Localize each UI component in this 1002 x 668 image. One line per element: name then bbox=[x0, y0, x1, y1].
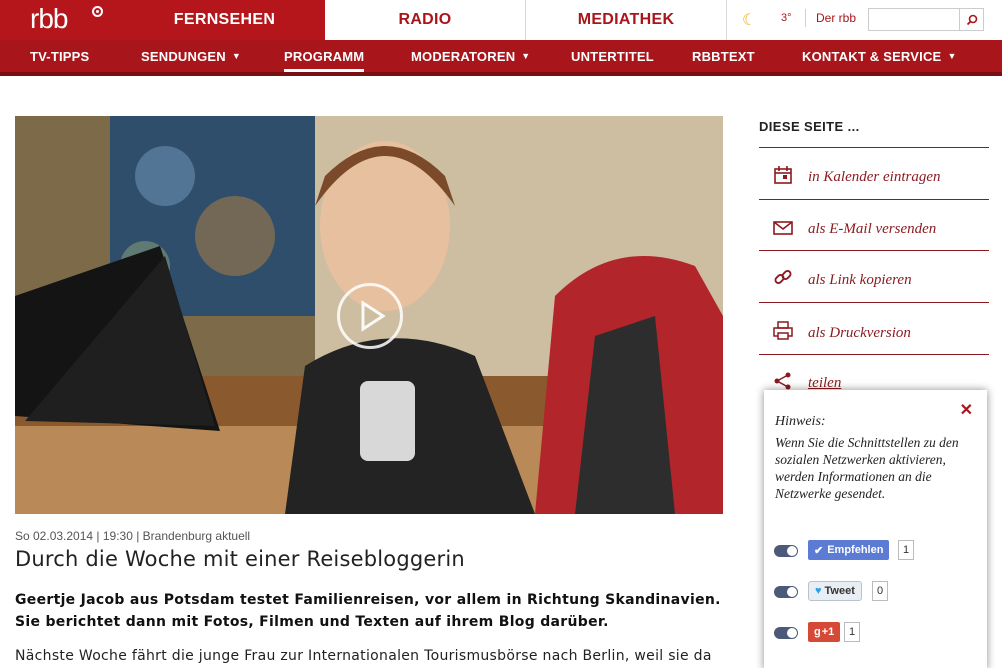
subnav-shadow bbox=[0, 72, 1002, 76]
sidebar-item-label: als Link kopieren bbox=[808, 272, 912, 288]
article-title: Durch die Woche mit einer Reisebloggerin bbox=[15, 547, 465, 571]
nav-label: MODERATOREN bbox=[411, 48, 516, 64]
sidebar-heading: DIESE SEITE ... bbox=[759, 119, 860, 134]
sidebar-item-link[interactable]: als Link kopieren bbox=[759, 250, 989, 302]
sidebar-item-calendar[interactable]: in Kalender eintragen bbox=[759, 147, 989, 199]
twitter-bird-icon: ♥ bbox=[815, 585, 822, 597]
tab-radio[interactable]: RADIO bbox=[325, 0, 526, 40]
tweet-button[interactable]: ♥ Tweet bbox=[808, 581, 862, 601]
tab-fernsehen[interactable]: FERNSEHEN bbox=[124, 0, 325, 40]
nav-label: KONTAKT & SERVICE bbox=[802, 48, 942, 64]
googleplus-toggle[interactable] bbox=[774, 627, 798, 639]
sidebar-item-label: als E-Mail versenden bbox=[808, 221, 937, 237]
nav-label: RBBTEXT bbox=[692, 48, 755, 64]
thumbs-up-icon: ✔ bbox=[814, 544, 824, 557]
nav-untertitel[interactable]: UNTERTITEL bbox=[571, 40, 654, 72]
sidebar-item-label: als Druckversion bbox=[808, 325, 911, 341]
article-lead: Geertje Jacob aus Potsdam testet Familie… bbox=[15, 592, 721, 630]
mail-icon bbox=[773, 221, 793, 235]
google-plus-one-button[interactable]: g +1 bbox=[808, 622, 841, 642]
share-icon bbox=[774, 372, 791, 390]
article-body: Nächste Woche fährt die junge Frau zur I… bbox=[15, 648, 712, 664]
sidebar-item-email[interactable]: als E-Mail versenden bbox=[759, 199, 989, 251]
twitter-toggle[interactable] bbox=[774, 586, 798, 598]
facebook-recommend-button[interactable]: ✔ Empfehlen bbox=[808, 540, 890, 560]
article-meta: So 02.03.2014 | 19:30 | Brandenburg aktu… bbox=[15, 529, 251, 543]
caret-down-icon: ▼ bbox=[947, 51, 957, 61]
nav-label: UNTERTITEL bbox=[571, 48, 654, 64]
popup-heading: Hinweis: bbox=[775, 414, 826, 429]
link-icon bbox=[774, 270, 792, 284]
button-label: Empfehlen bbox=[827, 544, 884, 556]
nav-label: TV-TIPPS bbox=[30, 48, 90, 64]
logo-text: rbb bbox=[30, 3, 68, 34]
nav-label: SENDUNGEN bbox=[141, 48, 226, 64]
search-input[interactable] bbox=[868, 8, 960, 31]
video-player[interactable] bbox=[15, 116, 723, 514]
der-rbb-link[interactable]: Der rbb bbox=[816, 11, 856, 25]
facebook-count: 1 bbox=[898, 540, 915, 560]
moon-weather-icon: ☾ bbox=[742, 12, 757, 29]
rbb-logo[interactable]: rbb bbox=[0, 0, 124, 40]
google-g-icon: g bbox=[814, 626, 821, 638]
button-label: Tweet bbox=[824, 585, 855, 597]
caret-down-icon: ▼ bbox=[231, 51, 241, 61]
sidebar-item-label: in Kalender eintragen bbox=[808, 169, 941, 185]
calendar-icon bbox=[774, 166, 792, 184]
nav-tv-tipps[interactable]: TV-TIPPS bbox=[30, 40, 89, 72]
sidebar-item-print[interactable]: als Druckversion bbox=[759, 302, 989, 354]
logo-mark-icon bbox=[92, 6, 103, 17]
play-button[interactable] bbox=[337, 283, 403, 349]
search-icon bbox=[966, 14, 977, 25]
nav-label: PROGRAMM bbox=[284, 48, 365, 64]
play-icon bbox=[361, 300, 386, 332]
nav-sendungen[interactable]: SENDUNGEN ▼ bbox=[141, 40, 241, 72]
nav-programm[interactable]: PROGRAMM bbox=[284, 40, 365, 72]
button-label: +1 bbox=[821, 626, 835, 638]
facebook-toggle[interactable] bbox=[774, 545, 798, 557]
popup-notice-text: Wenn Sie die Schnittstellen zu den sozia… bbox=[775, 435, 959, 501]
printer-icon bbox=[773, 321, 793, 340]
nav-kontakt-service[interactable]: KONTAKT & SERVICE ▼ bbox=[802, 40, 957, 72]
nav-moderatoren[interactable]: MODERATOREN ▼ bbox=[411, 40, 530, 72]
share-popup: ✕ Hinweis: Wenn Sie die Schnittstellen z… bbox=[764, 390, 987, 668]
divider bbox=[805, 9, 806, 27]
googleplus-count: 1 bbox=[844, 622, 861, 642]
sub-navigation: TV-TIPPS SENDUNGEN ▼ PROGRAMM MODERATOREN… bbox=[0, 40, 1002, 72]
top-bar: rbb FERNSEHEN RADIO MEDIATHEK ☾ 3° Der r… bbox=[0, 0, 1002, 40]
weather-temperature: 3° bbox=[781, 12, 792, 24]
twitter-count: 0 bbox=[872, 581, 889, 601]
nav-rbbtext[interactable]: RBBTEXT bbox=[692, 40, 755, 72]
search-button[interactable] bbox=[960, 8, 984, 31]
tab-mediathek[interactable]: MEDIATHEK bbox=[526, 0, 727, 40]
close-icon[interactable]: ✕ bbox=[960, 400, 973, 420]
caret-down-icon: ▼ bbox=[521, 51, 531, 61]
